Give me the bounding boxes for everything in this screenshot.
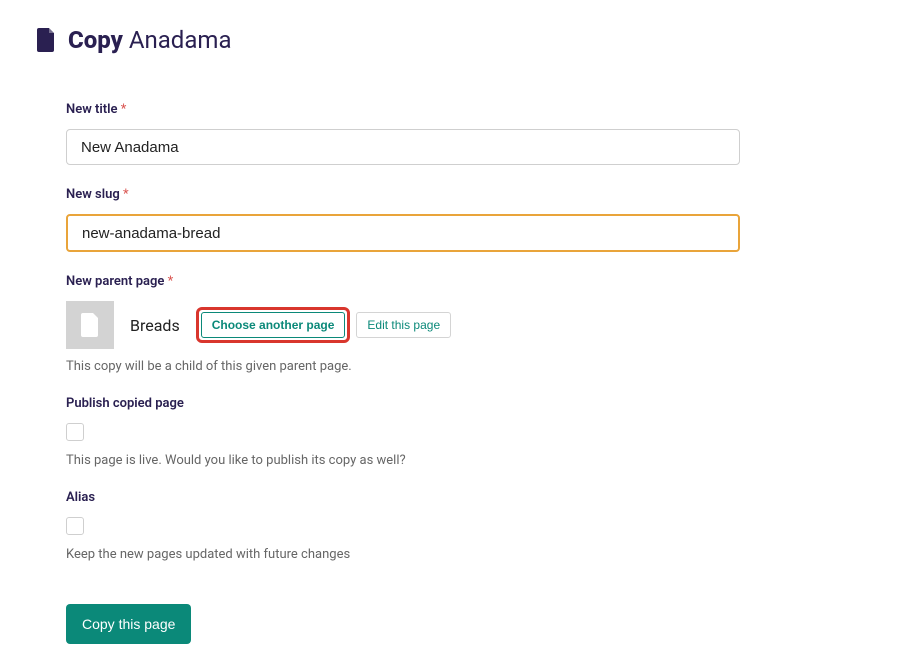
new-title-field: New title * (66, 102, 806, 165)
copy-form: New title * New slug * New parent page *… (0, 54, 806, 644)
document-icon (36, 28, 56, 52)
alias-field: Alias Keep the new pages updated with fu… (66, 490, 806, 562)
publish-field: Publish copied page This page is live. W… (66, 396, 806, 468)
new-slug-field: New slug * (66, 187, 806, 252)
copy-this-page-button[interactable]: Copy this page (66, 604, 191, 644)
publish-checkbox[interactable] (66, 423, 84, 441)
page-title: Copy Anadama (68, 26, 232, 54)
choose-another-page-button[interactable]: Choose another page (201, 312, 346, 338)
parent-thumb (66, 301, 114, 349)
parent-page-field: New parent page * Breads Choose another … (66, 274, 806, 374)
publish-helper-text: This page is live. Would you like to pub… (66, 453, 806, 468)
page-header: Copy Anadama (0, 0, 900, 54)
parent-page-label: New parent page * (66, 274, 806, 289)
alias-helper-text: Keep the new pages updated with future c… (66, 547, 806, 562)
new-slug-label: New slug * (66, 187, 806, 202)
parent-page-name: Breads (130, 316, 180, 335)
publish-label: Publish copied page (66, 396, 806, 411)
edit-this-page-button[interactable]: Edit this page (356, 312, 451, 338)
new-title-input[interactable] (66, 129, 740, 165)
alias-label: Alias (66, 490, 806, 505)
new-title-label: New title * (66, 102, 806, 117)
parent-helper-text: This copy will be a child of this given … (66, 359, 806, 374)
alias-checkbox[interactable] (66, 517, 84, 535)
highlight-annotation: Choose another page (196, 307, 351, 343)
new-slug-input[interactable] (66, 214, 740, 252)
